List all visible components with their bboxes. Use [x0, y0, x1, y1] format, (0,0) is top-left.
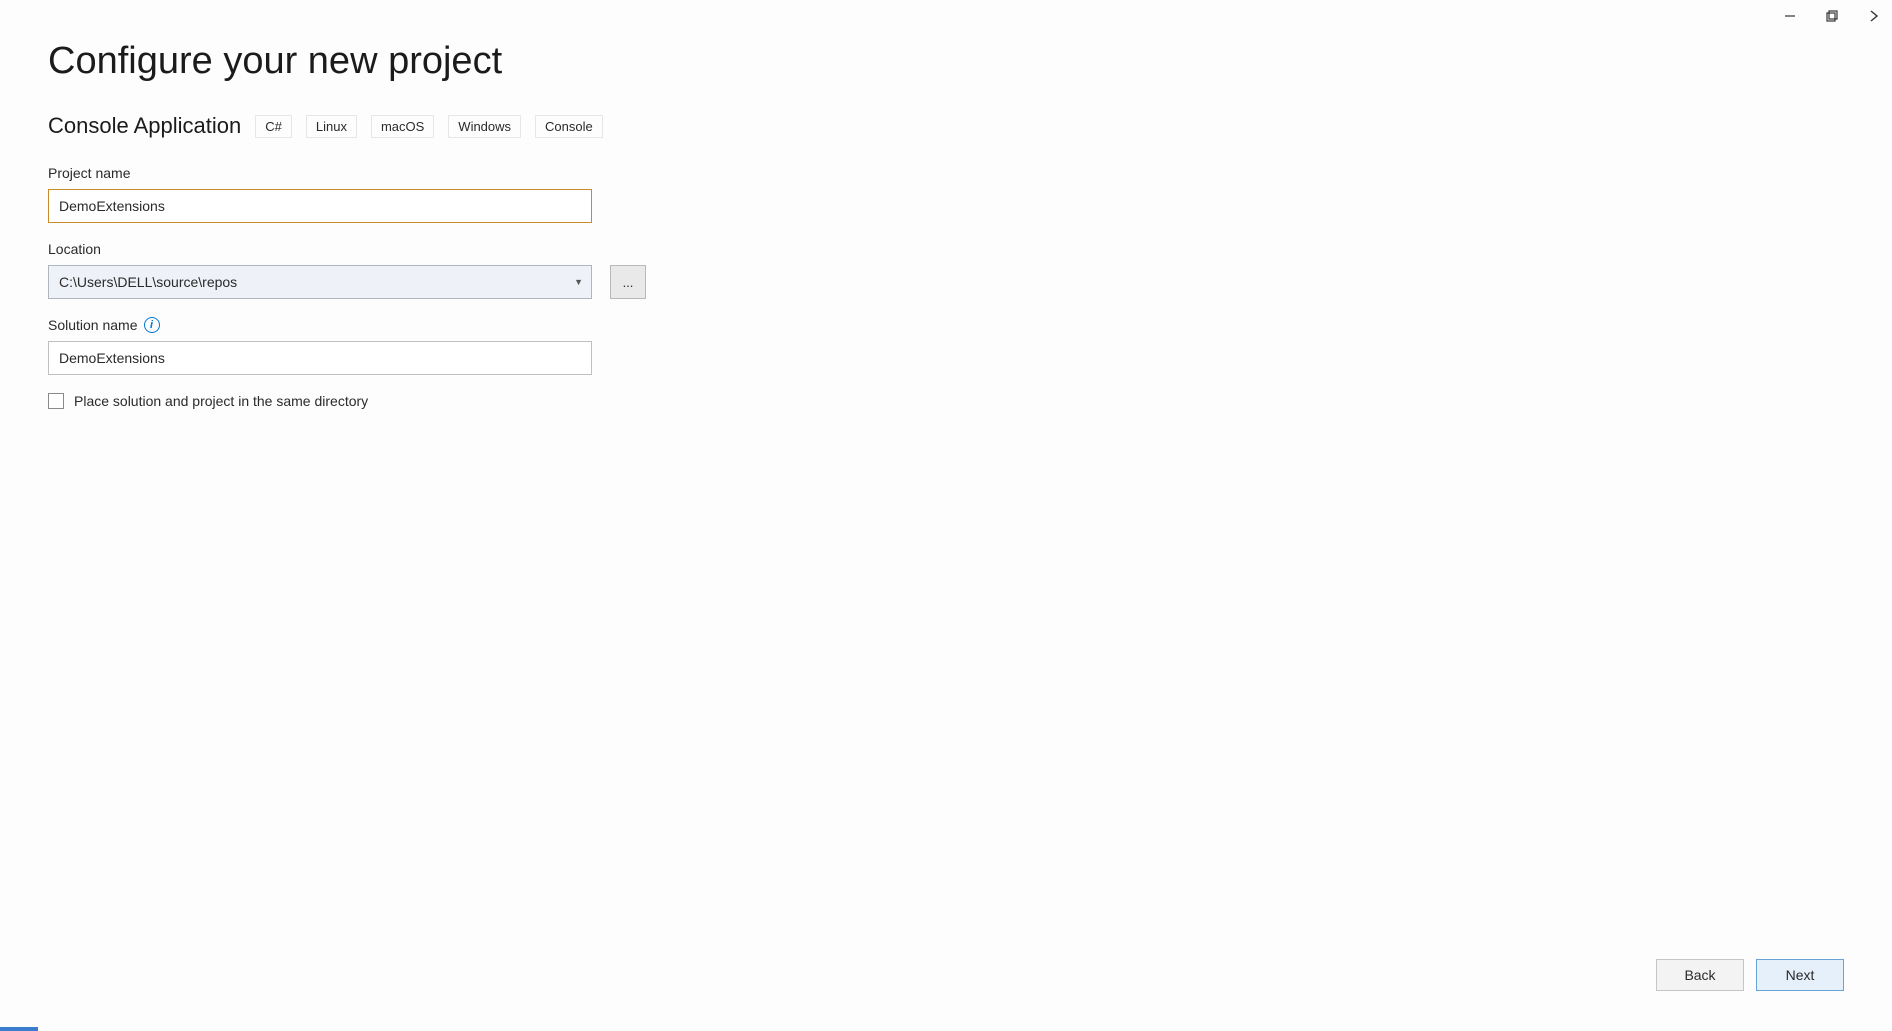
project-name-input[interactable] — [48, 189, 592, 223]
tag-console: Console — [535, 115, 603, 138]
next-button[interactable]: Next — [1756, 959, 1844, 991]
window-controls — [1772, 0, 1892, 32]
solution-name-label: Solution name — [48, 317, 138, 333]
same-directory-checkbox[interactable] — [48, 393, 64, 409]
tag-windows: Windows — [448, 115, 521, 138]
forward-button[interactable] — [1862, 4, 1886, 28]
same-directory-label: Place solution and project in the same d… — [74, 393, 368, 409]
template-name: Console Application — [48, 113, 241, 139]
location-value: C:\Users\DELL\source\repos — [59, 274, 574, 290]
browse-button[interactable]: ... — [610, 265, 646, 299]
tag-macos: macOS — [371, 115, 434, 138]
template-row: Console Application C# Linux macOS Windo… — [48, 113, 1844, 139]
location-combo[interactable]: C:\Users\DELL\source\repos ▼ — [48, 265, 592, 299]
solution-name-label-row: Solution name i — [48, 317, 1844, 333]
tag-linux: Linux — [306, 115, 357, 138]
project-name-label: Project name — [48, 165, 1844, 181]
same-directory-row[interactable]: Place solution and project in the same d… — [48, 393, 1844, 409]
solution-name-input[interactable] — [48, 341, 592, 375]
taskbar-edge — [0, 1027, 1892, 1031]
back-button[interactable]: Back — [1656, 959, 1744, 991]
maximize-button[interactable] — [1820, 4, 1844, 28]
location-label: Location — [48, 241, 1844, 257]
chevron-down-icon: ▼ — [574, 277, 583, 287]
minimize-button[interactable] — [1778, 4, 1802, 28]
page-title: Configure your new project — [48, 40, 1844, 83]
footer-buttons: Back Next — [1656, 959, 1844, 991]
info-icon[interactable]: i — [144, 317, 160, 333]
tag-csharp: C# — [255, 115, 292, 138]
